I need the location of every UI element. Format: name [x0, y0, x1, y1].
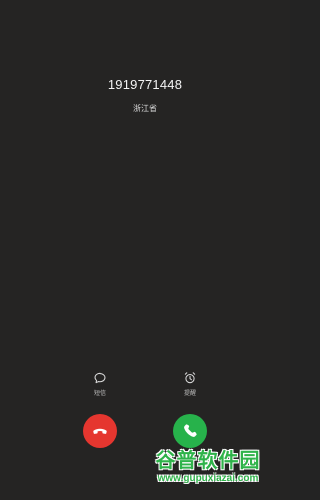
caller-location: 浙江省	[133, 104, 157, 113]
phone-answer-icon	[184, 424, 197, 437]
message-button[interactable]: 短信	[80, 371, 120, 397]
message-label: 短信	[93, 391, 106, 397]
incoming-call-screen: 1919771448 浙江省 短信 提醒 谷普软件园 www.gupuxiaza…	[0, 0, 290, 500]
answer-call-button[interactable]	[173, 414, 207, 448]
alarm-clock-icon	[184, 372, 196, 384]
watermark-url: www.gupuxiazai.com	[157, 473, 259, 484]
message-bubble-icon	[94, 372, 106, 384]
reminder-button[interactable]: 提醒	[170, 371, 210, 397]
reminder-label: 提醒	[183, 391, 196, 397]
caller-number: 1919771448	[107, 77, 183, 92]
watermark-title: 谷普软件园	[155, 450, 261, 472]
phone-hangup-icon	[93, 428, 107, 434]
site-watermark: 谷普软件园 www.gupuxiazai.com	[132, 450, 284, 494]
decline-call-button[interactable]	[83, 414, 117, 448]
